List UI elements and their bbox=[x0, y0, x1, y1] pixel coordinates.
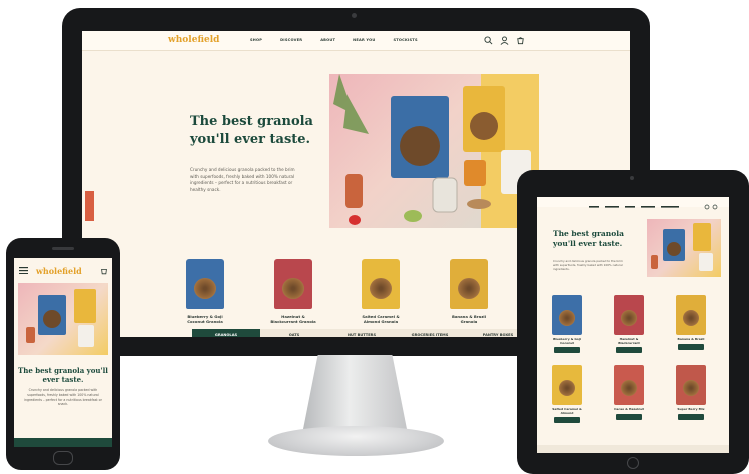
phone-screen: wholefield The best granola you'll ever … bbox=[14, 258, 112, 447]
phone-hero-title: The best granola you'll ever taste. bbox=[18, 366, 108, 385]
product-name[interactable]: Banana & Brazil Granola bbox=[446, 314, 492, 324]
monitor-stand-neck bbox=[303, 355, 407, 429]
tablet-product-card[interactable]: Super Berry Mix bbox=[674, 365, 708, 423]
product-card[interactable]: Salted Caramel & Almond Granola bbox=[358, 259, 404, 324]
nav-item-stockists[interactable]: STOCKISTS bbox=[393, 38, 417, 42]
product-name[interactable]: Hazelnut & Blackcurrant bbox=[612, 337, 646, 345]
hero-title: The best granola you'll ever taste. bbox=[190, 113, 313, 148]
nav-icons bbox=[484, 36, 525, 45]
tablet-home-button[interactable] bbox=[627, 457, 639, 469]
hero-product-image bbox=[329, 74, 539, 228]
tablet-product-card[interactable]: Cacao & Hazelnut bbox=[612, 365, 646, 423]
hero-title-line-2: you'll ever taste. bbox=[190, 131, 311, 147]
tablet-product-card[interactable]: Blueberry & Goji Coconut bbox=[550, 295, 584, 354]
hero-title-line-1: The best granola bbox=[190, 114, 313, 129]
product-image[interactable] bbox=[614, 365, 644, 406]
side-feedback-tab[interactable] bbox=[85, 191, 94, 221]
product-name[interactable]: Salted Caramel & Almond Granola bbox=[358, 314, 404, 324]
tablet-hero-image bbox=[647, 219, 721, 277]
add-to-cart-button[interactable] bbox=[616, 413, 642, 420]
product-name[interactable]: Blueberry & Goji Coconut Granola bbox=[182, 314, 228, 324]
product-name[interactable]: Super Berry Mix bbox=[674, 408, 708, 412]
product-name[interactable]: Banana & Brazil bbox=[674, 337, 708, 342]
phone-hero-image bbox=[18, 283, 108, 355]
product-name[interactable]: Cacao & Hazelnut bbox=[612, 408, 646, 412]
category-tabs: GRANOLAS OATS NUT BUTTERS GROCERIES ITEM… bbox=[192, 329, 532, 337]
tablet-hero-title-line-2: you'll ever taste. bbox=[553, 239, 623, 249]
nav-item-about[interactable]: ABOUT bbox=[320, 38, 335, 42]
add-to-cart-button[interactable] bbox=[554, 347, 580, 354]
tablet-hero-illustration bbox=[651, 223, 713, 271]
tablet-navbar bbox=[537, 197, 729, 210]
product-image[interactable] bbox=[450, 259, 488, 309]
hero-description: Crunchy and delicious granola packed to … bbox=[190, 167, 295, 192]
tab-granolas[interactable]: GRANOLAS bbox=[192, 329, 260, 337]
hero-product-illustration bbox=[333, 74, 531, 225]
product-image[interactable] bbox=[552, 365, 582, 406]
hamburger-menu-icon[interactable] bbox=[19, 267, 28, 274]
product-list: Blueberry & Goji Coconut Granola Hazelnu… bbox=[182, 259, 492, 324]
tablet-hero-description: Crunchy and delicious granola packed to … bbox=[553, 259, 623, 272]
tablet-product-grid: Blueberry & Goji Coconut Hazelnut & Blac… bbox=[550, 295, 708, 424]
add-to-cart-button[interactable] bbox=[554, 417, 580, 424]
tab-groceries-items[interactable]: GROCERIES ITEMS bbox=[396, 329, 464, 337]
product-name[interactable]: Hazelnut & Blackcurrant Granola bbox=[270, 314, 316, 324]
product-card[interactable]: Hazelnut & Blackcurrant Granola bbox=[270, 259, 316, 324]
tablet-product-card[interactable]: Banana & Brazil bbox=[674, 295, 708, 353]
phone-bottom-bar bbox=[14, 438, 112, 447]
account-icon[interactable] bbox=[500, 36, 509, 45]
tablet-hero-title-line-1: The best granola bbox=[553, 229, 624, 238]
product-name[interactable]: Salted Caramel & Almond bbox=[550, 407, 584, 415]
product-image[interactable] bbox=[274, 259, 312, 309]
product-image[interactable] bbox=[552, 295, 582, 335]
tablet-category-bar bbox=[537, 445, 729, 453]
cart-icon[interactable] bbox=[516, 36, 525, 45]
product-image[interactable] bbox=[186, 259, 224, 309]
phone-logo[interactable]: wholefield bbox=[36, 266, 82, 276]
tablet-screen: The best granola you'll ever taste. Crun… bbox=[537, 197, 729, 453]
phone-home-button[interactable] bbox=[53, 451, 73, 465]
site-logo[interactable]: wholefield bbox=[168, 35, 219, 45]
monitor-stand-base bbox=[268, 426, 444, 456]
tab-nut-butters[interactable]: NUT BUTTERS bbox=[328, 329, 396, 337]
product-image[interactable] bbox=[676, 295, 706, 335]
product-image[interactable] bbox=[676, 365, 706, 406]
phone-cart-icon[interactable] bbox=[100, 267, 108, 275]
desktop-navbar: wholefield SHOP DISCOVER ABOUT NEAR YOU … bbox=[82, 31, 630, 51]
tablet-nav-links[interactable] bbox=[537, 202, 729, 212]
phone-speaker bbox=[52, 247, 74, 250]
tablet-product-card[interactable]: Salted Caramel & Almond bbox=[550, 365, 584, 424]
tab-oats[interactable]: OATS bbox=[260, 329, 328, 337]
nav-item-shop[interactable]: SHOP bbox=[250, 38, 262, 42]
add-to-cart-button[interactable] bbox=[678, 343, 704, 350]
add-to-cart-button[interactable] bbox=[616, 347, 642, 354]
product-card[interactable]: Banana & Brazil Granola bbox=[446, 259, 492, 324]
product-card[interactable]: Blueberry & Goji Coconut Granola bbox=[182, 259, 228, 324]
phone-hero-description: Crunchy and delicious granola packed wit… bbox=[24, 388, 102, 407]
product-image[interactable] bbox=[362, 259, 400, 309]
add-to-cart-button[interactable] bbox=[678, 413, 704, 420]
phone-device: wholefield The best granola you'll ever … bbox=[6, 238, 120, 470]
tablet-device: The best granola you'll ever taste. Crun… bbox=[517, 170, 749, 474]
search-icon[interactable] bbox=[484, 36, 493, 45]
tablet-hero-title: The best granola you'll ever taste. bbox=[553, 229, 624, 249]
tablet-camera bbox=[630, 176, 634, 180]
nav-item-discover[interactable]: DISCOVER bbox=[280, 38, 302, 42]
camera-dot bbox=[352, 13, 357, 18]
nav-item-near-you[interactable]: NEAR YOU bbox=[353, 38, 375, 42]
product-image[interactable] bbox=[614, 295, 644, 335]
main-menu: SHOP DISCOVER ABOUT NEAR YOU STOCKISTS bbox=[250, 38, 418, 42]
product-name[interactable]: Blueberry & Goji Coconut bbox=[550, 337, 584, 345]
phone-hero-illustration bbox=[26, 289, 96, 347]
tablet-product-card[interactable]: Hazelnut & Blackcurrant bbox=[612, 295, 646, 354]
